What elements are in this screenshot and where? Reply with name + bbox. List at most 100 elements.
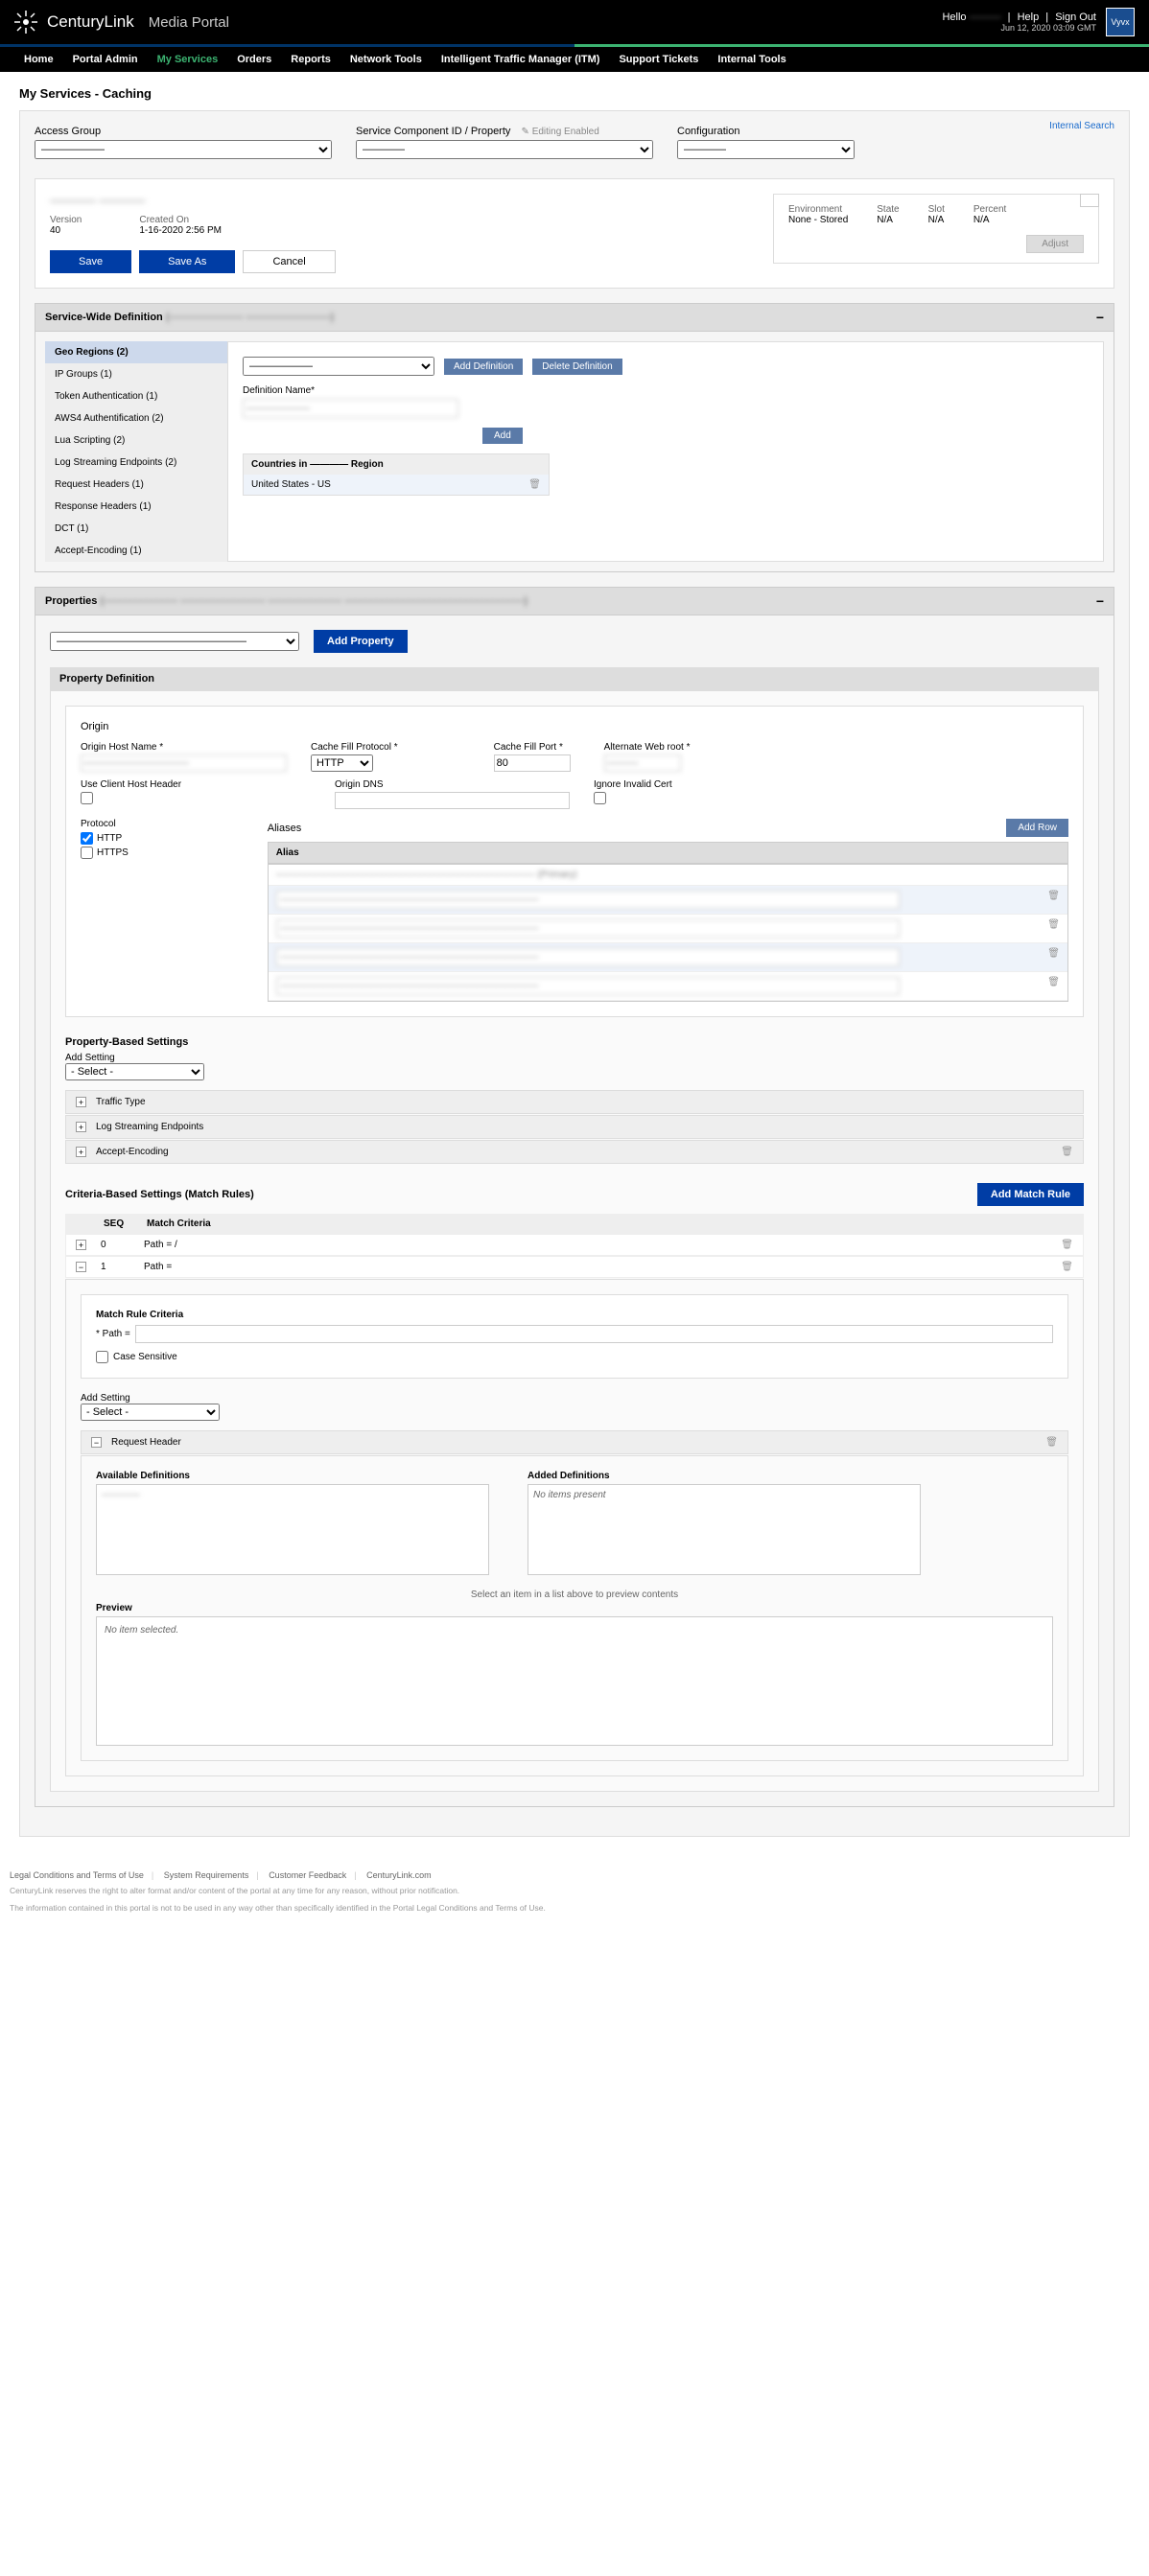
origin-box: Origin Origin Host Name * Cache Fill Pro… bbox=[65, 706, 1084, 1017]
odns-input[interactable] bbox=[335, 792, 570, 809]
cfp-label: Cache Fill Protocol * bbox=[311, 742, 398, 753]
nav-itm[interactable]: Intelligent Traffic Manager (ITM) bbox=[432, 47, 610, 72]
delete-icon[interactable]: 🗑 bbox=[1047, 919, 1060, 938]
sidebar-resph[interactable]: Response Headers (1) bbox=[45, 496, 227, 518]
cfp-select[interactable]: HTTP bbox=[311, 754, 373, 772]
save-as-button[interactable]: Save As bbox=[139, 250, 235, 273]
version-value: 40 bbox=[50, 225, 82, 236]
case-sensitive-checkbox[interactable] bbox=[96, 1351, 108, 1363]
cancel-button[interactable]: Cancel bbox=[243, 250, 335, 273]
config-box: ———— ———— Version40 Created On1-16-2020 … bbox=[35, 178, 1114, 289]
awr-input[interactable] bbox=[604, 754, 681, 772]
delete-icon[interactable]: 🗑 bbox=[1047, 891, 1060, 909]
delete-icon[interactable]: 🗑 bbox=[1047, 948, 1060, 966]
delete-icon[interactable]: 🗑 bbox=[1061, 1262, 1073, 1272]
config-select[interactable]: ———— bbox=[677, 140, 855, 159]
add-setting-select[interactable]: - Select - bbox=[65, 1063, 204, 1080]
expand-icon[interactable]: + bbox=[76, 1147, 86, 1157]
nav-support-tickets[interactable]: Support Tickets bbox=[609, 47, 708, 72]
sidebar-log[interactable]: Log Streaming Endpoints (2) bbox=[45, 452, 227, 474]
internal-search-link[interactable]: Internal Search bbox=[1049, 121, 1114, 131]
pbs-traffic-type[interactable]: +Traffic Type bbox=[65, 1090, 1084, 1114]
pbs-lse[interactable]: +Log Streaming Endpoints bbox=[65, 1115, 1084, 1139]
sidebar-aws4[interactable]: AWS4 Authentification (2) bbox=[45, 407, 227, 429]
adjust-button[interactable]: Adjust bbox=[1026, 235, 1084, 253]
mc-col: Match Criteria bbox=[147, 1218, 211, 1229]
delete-definition-button[interactable]: Delete Definition bbox=[532, 359, 621, 375]
delete-icon[interactable]: 🗑 bbox=[1047, 977, 1060, 995]
brand-logo-icon bbox=[14, 11, 37, 34]
cfport-input[interactable] bbox=[494, 754, 571, 772]
property-select[interactable]: —————————————————— bbox=[50, 632, 299, 651]
nav-network-tools[interactable]: Network Tools bbox=[340, 47, 432, 72]
add-match-rule-button[interactable]: Add Match Rule bbox=[977, 1183, 1084, 1206]
countries-head: Countries in ———— Region bbox=[244, 454, 549, 475]
footer-feedback[interactable]: Customer Feedback bbox=[269, 1870, 346, 1880]
signout-link[interactable]: Sign Out bbox=[1055, 12, 1096, 23]
collapse-icon[interactable]: − bbox=[1096, 310, 1104, 325]
alias-input[interactable] bbox=[276, 891, 900, 909]
match-row-1: − 1 Path = 🗑 bbox=[65, 1256, 1084, 1278]
nav-portal-admin[interactable]: Portal Admin bbox=[63, 47, 148, 72]
disclaimer-1: CenturyLink reserves the right to alter … bbox=[10, 1886, 1139, 1897]
def-name-input[interactable] bbox=[243, 399, 458, 418]
alias-input[interactable] bbox=[276, 948, 900, 966]
sidebar-reqh[interactable]: Request Headers (1) bbox=[45, 474, 227, 496]
swd-main: —————— Add Definition Delete Definition … bbox=[227, 341, 1104, 562]
iic-checkbox[interactable] bbox=[594, 792, 606, 804]
collapse-icon[interactable]: − bbox=[1096, 593, 1104, 609]
delete-icon[interactable]: 🗑 bbox=[1045, 1437, 1058, 1448]
add-row-button[interactable]: Add Row bbox=[1006, 819, 1068, 837]
delete-icon[interactable]: 🗑 bbox=[1061, 1147, 1073, 1157]
added-def-list[interactable]: No items present bbox=[528, 1484, 921, 1575]
avail-def-list[interactable]: ———— bbox=[96, 1484, 489, 1575]
nav-reports[interactable]: Reports bbox=[281, 47, 340, 72]
footer-site[interactable]: CenturyLink.com bbox=[366, 1870, 432, 1880]
nav-my-services[interactable]: My Services bbox=[148, 47, 228, 72]
delete-icon[interactable]: 🗑 bbox=[528, 479, 541, 490]
sidebar-lua[interactable]: Lua Scripting (2) bbox=[45, 429, 227, 452]
host-input[interactable] bbox=[81, 754, 287, 772]
add-setting-select-2[interactable]: - Select - bbox=[81, 1404, 220, 1421]
nav-orders[interactable]: Orders bbox=[227, 47, 281, 72]
footer-legal[interactable]: Legal Conditions and Terms of Use bbox=[10, 1870, 144, 1880]
pbs-ae[interactable]: +Accept-Encoding🗑 bbox=[65, 1140, 1084, 1164]
alias-input[interactable] bbox=[276, 919, 900, 938]
add-property-button[interactable]: Add Property bbox=[314, 630, 408, 653]
sidebar-dct[interactable]: DCT (1) bbox=[45, 518, 227, 540]
props-header[interactable]: Properties (——————— ———————— ——————— ———… bbox=[35, 587, 1114, 615]
add-button[interactable]: Add bbox=[482, 428, 523, 444]
collapse-icon[interactable]: − bbox=[91, 1437, 102, 1448]
sidebar-geo[interactable]: Geo Regions (2) bbox=[45, 341, 227, 363]
scid-label: Service Component ID / Property ✎ Editin… bbox=[356, 126, 653, 137]
alias-input[interactable] bbox=[276, 977, 900, 995]
sidebar-token[interactable]: Token Authentication (1) bbox=[45, 385, 227, 407]
slot-label: Slot bbox=[928, 204, 945, 215]
delete-icon[interactable]: 🗑 bbox=[1061, 1240, 1073, 1250]
path-input[interactable] bbox=[135, 1325, 1053, 1343]
awr-label: Alternate Web root * bbox=[604, 742, 691, 753]
save-button[interactable]: Save bbox=[50, 250, 131, 273]
proto-label: Protocol bbox=[81, 819, 129, 829]
help-link[interactable]: Help bbox=[1018, 12, 1040, 23]
req-header-row[interactable]: −Request Header🗑 bbox=[81, 1430, 1068, 1454]
expand-icon[interactable]: + bbox=[76, 1240, 86, 1250]
nav-internal-tools[interactable]: Internal Tools bbox=[708, 47, 795, 72]
nav-home[interactable]: Home bbox=[14, 47, 63, 72]
https-checkbox[interactable] bbox=[81, 847, 93, 859]
swd-header[interactable]: Service-Wide Definition (——————— ———————… bbox=[35, 303, 1114, 332]
access-group-select[interactable]: —————— bbox=[35, 140, 332, 159]
add-definition-button[interactable]: Add Definition bbox=[444, 359, 523, 375]
notes-icon[interactable] bbox=[1080, 194, 1099, 207]
collapse-icon[interactable]: − bbox=[76, 1262, 86, 1272]
definition-select[interactable]: —————— bbox=[243, 357, 434, 376]
scid-select[interactable]: ———— bbox=[356, 140, 653, 159]
http-checkbox[interactable] bbox=[81, 832, 93, 845]
uchh-checkbox[interactable] bbox=[81, 792, 93, 804]
disclaimer-2: The information contained in this portal… bbox=[10, 1903, 1139, 1915]
sidebar-ae[interactable]: Accept-Encoding (1) bbox=[45, 540, 227, 562]
sidebar-ip[interactable]: IP Groups (1) bbox=[45, 363, 227, 385]
expand-icon[interactable]: + bbox=[76, 1097, 86, 1107]
footer-sysreq[interactable]: System Requirements bbox=[164, 1870, 249, 1880]
expand-icon[interactable]: + bbox=[76, 1122, 86, 1132]
